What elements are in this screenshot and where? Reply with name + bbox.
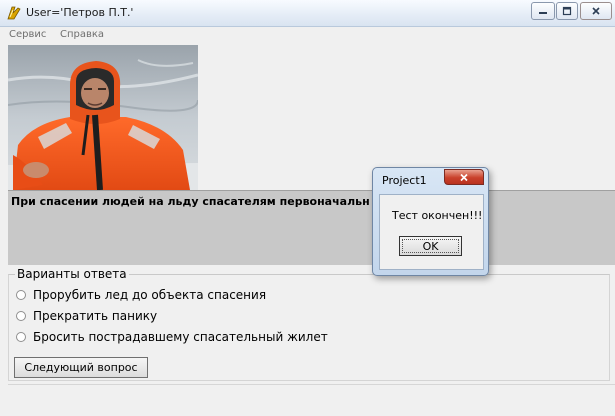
answer-option-label: Бросить пострадавшему спасательный жилет [33, 330, 328, 344]
menu-item-service[interactable]: Сервис [9, 29, 46, 40]
answer-option[interactable]: Бросить пострадавшему спасательный жилет [16, 330, 328, 344]
dialog-close-button[interactable] [444, 169, 484, 185]
maximize-button[interactable] [556, 2, 578, 20]
question-text: При спасении людей на льду спасателям пе… [11, 195, 370, 208]
close-icon [591, 6, 601, 16]
menu-item-help[interactable]: Справка [60, 29, 104, 40]
minimize-icon [538, 6, 548, 16]
main-window: User='Петров П.Т.' Сервис Справка При сп… [0, 0, 615, 416]
radio-button[interactable] [16, 332, 26, 342]
radio-button[interactable] [16, 290, 26, 300]
delphi-app-icon [6, 5, 22, 21]
ok-button[interactable]: OK [399, 236, 462, 256]
answer-option[interactable]: Прекратить панику [16, 309, 157, 323]
divider [8, 384, 615, 385]
close-icon [459, 170, 469, 185]
title-bar[interactable]: User='Петров П.Т.' [0, 0, 615, 27]
radio-button[interactable] [16, 311, 26, 321]
question-panel: При спасении людей на льду спасателям пе… [8, 190, 615, 265]
message-dialog: Project1 Тест окончен!!! OK [372, 167, 489, 276]
rescuer-photo [8, 45, 198, 190]
answer-group-title: Варианты ответа [15, 267, 129, 281]
dialog-body: Тест окончен!!! OK [379, 194, 484, 270]
maximize-icon [562, 6, 572, 16]
dialog-message: Тест окончен!!! [392, 209, 483, 222]
next-question-button[interactable]: Следующий вопрос [14, 357, 148, 378]
minimize-button[interactable] [531, 2, 555, 20]
answer-option-label: Прорубить лед до объекта спасения [33, 288, 267, 302]
close-button[interactable] [580, 2, 612, 20]
window-title: User='Петров П.Т.' [26, 6, 134, 19]
dialog-title: Project1 [382, 174, 427, 187]
answer-option[interactable]: Прорубить лед до объекта спасения [16, 288, 266, 302]
answer-option-label: Прекратить панику [33, 309, 158, 323]
menu-bar: Сервис Справка [0, 27, 615, 43]
